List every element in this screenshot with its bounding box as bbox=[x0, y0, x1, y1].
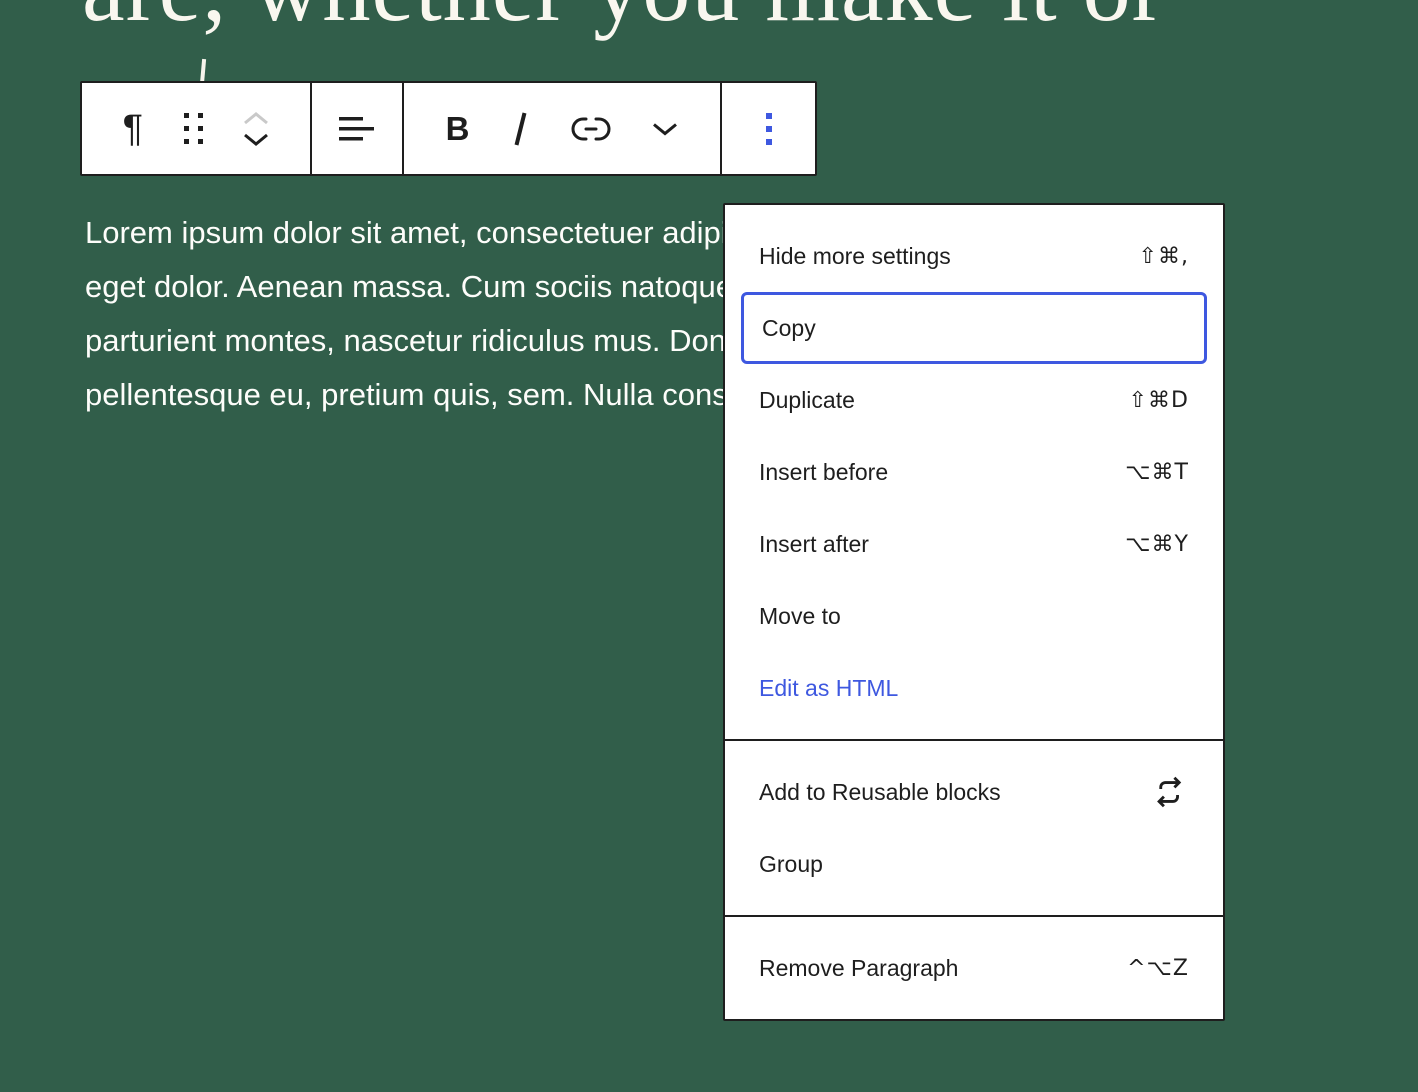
menu-item-edit-as-html[interactable]: Edit as HTML bbox=[741, 652, 1207, 724]
bold-icon: B bbox=[446, 112, 470, 145]
menu-item-insert-after[interactable]: Insert after ⌥⌘Y bbox=[741, 508, 1207, 580]
options-button[interactable] bbox=[766, 113, 772, 145]
menu-item-label: Insert before bbox=[759, 459, 888, 486]
paragraph-icon: ¶ bbox=[123, 110, 143, 148]
toolbar-group-formatting: B bbox=[402, 83, 720, 174]
chevron-down-icon bbox=[652, 122, 678, 136]
move-down-button[interactable] bbox=[243, 133, 269, 146]
menu-item-duplicate[interactable]: Duplicate ⇧⌘D bbox=[741, 364, 1207, 436]
kebab-menu-icon bbox=[766, 113, 772, 145]
toolbar-group-block-tools: ¶ bbox=[82, 83, 310, 174]
menu-item-shortcut: ^⌥Z bbox=[1127, 956, 1189, 981]
drag-handle-icon bbox=[184, 113, 203, 144]
menu-item-remove-paragraph[interactable]: Remove Paragraph ^⌥Z bbox=[741, 932, 1207, 1004]
toolbar-group-align bbox=[310, 83, 402, 174]
menu-item-label: Add to Reusable blocks bbox=[759, 779, 1001, 806]
menu-item-group[interactable]: Group bbox=[741, 828, 1207, 900]
menu-item-label: Hide more settings bbox=[759, 243, 951, 270]
menu-item-add-to-reusable-blocks[interactable]: Add to Reusable blocks bbox=[741, 756, 1207, 828]
menu-item-label: Group bbox=[759, 851, 823, 878]
align-left-icon bbox=[339, 115, 375, 143]
menu-item-shortcut: ⌥⌘Y bbox=[1125, 532, 1189, 557]
reusable-block-icon bbox=[1149, 774, 1189, 810]
menu-item-insert-before[interactable]: Insert before ⌥⌘T bbox=[741, 436, 1207, 508]
toolbar-group-options bbox=[720, 83, 815, 174]
menu-item-shortcut: ⇧⌘D bbox=[1129, 388, 1189, 413]
menu-item-copy[interactable]: Copy bbox=[741, 292, 1207, 364]
link-button[interactable] bbox=[571, 116, 611, 142]
link-icon bbox=[571, 116, 611, 142]
italic-icon bbox=[511, 111, 529, 147]
drag-handle[interactable] bbox=[184, 113, 203, 144]
more-formatting-button[interactable] bbox=[652, 122, 678, 136]
move-up-button[interactable] bbox=[243, 112, 269, 125]
align-text-button[interactable] bbox=[339, 115, 375, 143]
chevron-down-icon bbox=[243, 133, 269, 146]
menu-item-label: Duplicate bbox=[759, 387, 855, 414]
paragraph-block-type-button[interactable]: ¶ bbox=[123, 110, 143, 148]
chevron-up-icon bbox=[243, 112, 269, 125]
bold-button[interactable]: B bbox=[446, 112, 470, 145]
italic-button[interactable] bbox=[511, 111, 529, 147]
menu-item-shortcut: ⇧⌘, bbox=[1139, 244, 1189, 269]
menu-section-reusable: Add to Reusable blocks Group bbox=[725, 739, 1223, 915]
post-title[interactable]: are, whether you make it or bbox=[82, 0, 1165, 43]
block-toolbar: ¶ bbox=[80, 81, 817, 176]
menu-item-label: Edit as HTML bbox=[759, 675, 898, 702]
menu-item-label: Copy bbox=[762, 315, 816, 342]
menu-item-label: Move to bbox=[759, 603, 841, 630]
menu-item-move-to[interactable]: Move to bbox=[741, 580, 1207, 652]
menu-section-primary: Hide more settings ⇧⌘, Copy Duplicate ⇧⌘… bbox=[725, 205, 1223, 739]
block-mover bbox=[243, 112, 269, 146]
menu-item-shortcut: ⌥⌘T bbox=[1125, 460, 1189, 485]
menu-item-hide-more-settings[interactable]: Hide more settings ⇧⌘, bbox=[741, 220, 1207, 292]
menu-item-label: Remove Paragraph bbox=[759, 955, 958, 982]
menu-item-label: Insert after bbox=[759, 531, 869, 558]
block-options-menu: Hide more settings ⇧⌘, Copy Duplicate ⇧⌘… bbox=[723, 203, 1225, 1021]
menu-section-remove: Remove Paragraph ^⌥Z bbox=[725, 915, 1223, 1019]
